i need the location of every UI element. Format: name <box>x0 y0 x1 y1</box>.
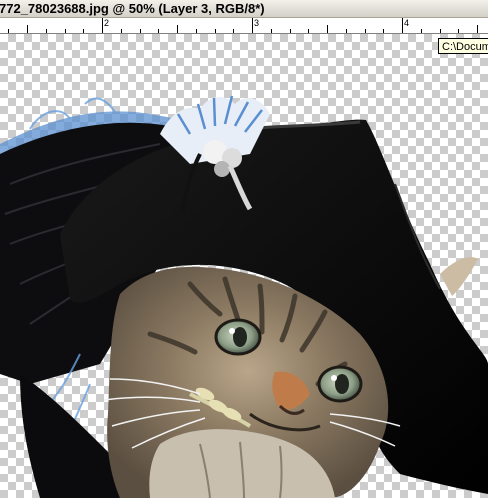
ruler-label-4: 4 <box>404 18 410 28</box>
ruler-label-3: 3 <box>254 18 260 28</box>
ruler-ticks <box>8 18 478 33</box>
document-canvas[interactable] <box>0 34 488 498</box>
document-title-bar[interactable]: 772_78023688.jpg @ 50% (Layer 3, RGB/8*) <box>0 0 488 18</box>
path-tooltip: C:\Docume <box>438 38 488 54</box>
ruler-label-2: 2 <box>104 18 110 28</box>
document-title: 772_78023688.jpg @ 50% (Layer 3, RGB/8*) <box>0 1 265 16</box>
tooltip-text: C:\Docume <box>442 41 488 53</box>
layer-image <box>0 95 488 498</box>
horizontal-ruler[interactable]: 2 3 4 <box>0 18 488 34</box>
